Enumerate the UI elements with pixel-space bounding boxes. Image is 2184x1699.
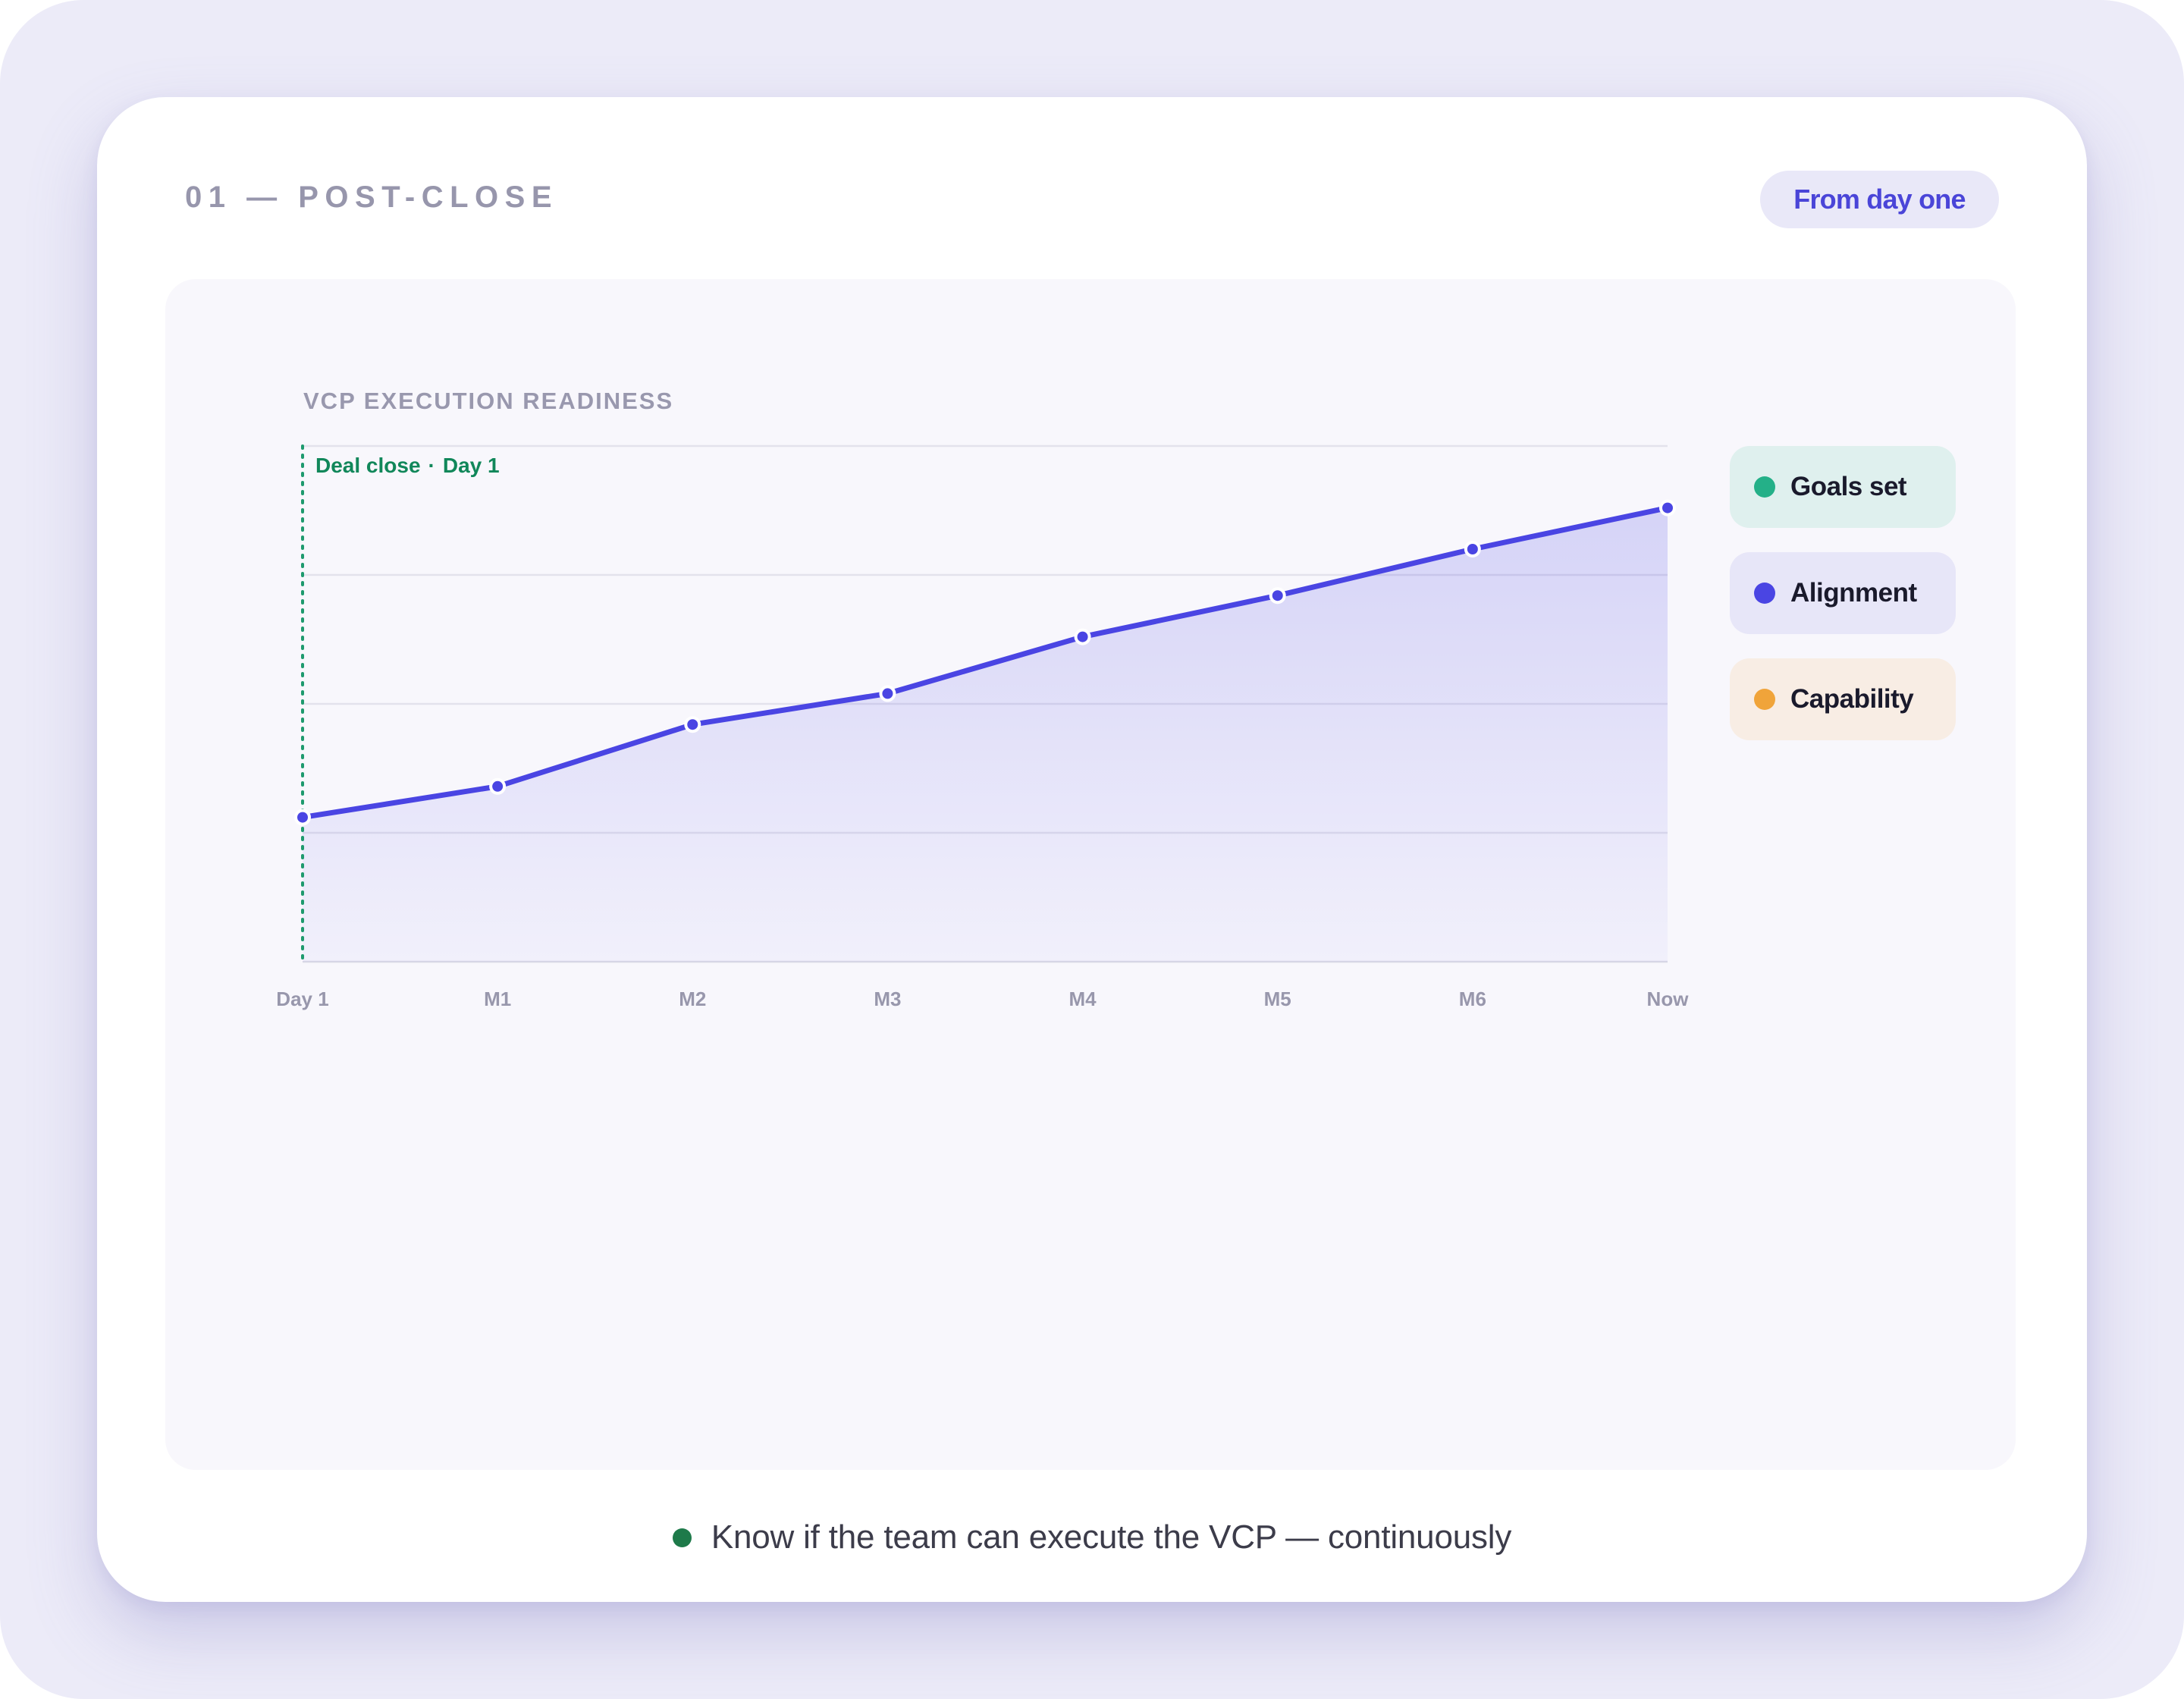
x-tick-label: Day 1 xyxy=(276,988,328,1010)
data-point xyxy=(1464,541,1481,557)
x-tick-label: M1 xyxy=(484,988,511,1010)
x-tick-label: M6 xyxy=(1459,988,1486,1010)
data-point xyxy=(684,716,701,733)
data-point xyxy=(1074,628,1091,645)
legend-label-capability: Capability xyxy=(1790,684,1914,714)
legend-dot-capability xyxy=(1754,689,1775,710)
data-point xyxy=(1659,499,1676,517)
data-point xyxy=(294,809,311,826)
caption-text: Know if the team can execute the VCP — c… xyxy=(711,1518,1512,1556)
caption-bullet-dot xyxy=(672,1528,692,1547)
slide-card: 01 — POST-CLOSE From day one VCP EXECUTI… xyxy=(97,97,2087,1602)
legend-dot-goals-set xyxy=(1754,476,1775,498)
legend-item-alignment: Alignment xyxy=(1730,552,1956,634)
data-point xyxy=(489,777,507,795)
caption: Know if the team can execute the VCP — c… xyxy=(97,1518,2087,1556)
data-point xyxy=(1269,587,1286,605)
legend-label-alignment: Alignment xyxy=(1790,578,1917,608)
annotation-label-day: Day 1 xyxy=(443,454,500,477)
x-tick-label: Now xyxy=(1647,988,1690,1010)
legend-dot-alignment xyxy=(1754,583,1775,604)
annotation-separator: · xyxy=(428,454,435,477)
x-tick-label: M2 xyxy=(679,988,706,1010)
series-area xyxy=(303,507,1668,962)
x-tick-label: M4 xyxy=(1069,988,1097,1010)
deal-close-annotation: Deal close · Day 1 xyxy=(315,454,500,477)
legend-item-goals-set: Goals set xyxy=(1730,446,1956,528)
x-tick-label: M3 xyxy=(874,988,901,1010)
readiness-chart: Deal close · Day 1 Day 1 M1 M2 M3 M4 M5 M6 Now xyxy=(276,444,1690,1010)
annotation-label-deal-close: Deal close xyxy=(315,454,421,477)
x-tick-label: M5 xyxy=(1264,988,1291,1010)
legend-item-capability: Capability xyxy=(1730,658,1956,740)
page-background: 01 — POST-CLOSE From day one VCP EXECUTI… xyxy=(0,0,2184,1699)
legend-label-goals-set: Goals set xyxy=(1790,472,1907,501)
data-point xyxy=(879,685,896,702)
